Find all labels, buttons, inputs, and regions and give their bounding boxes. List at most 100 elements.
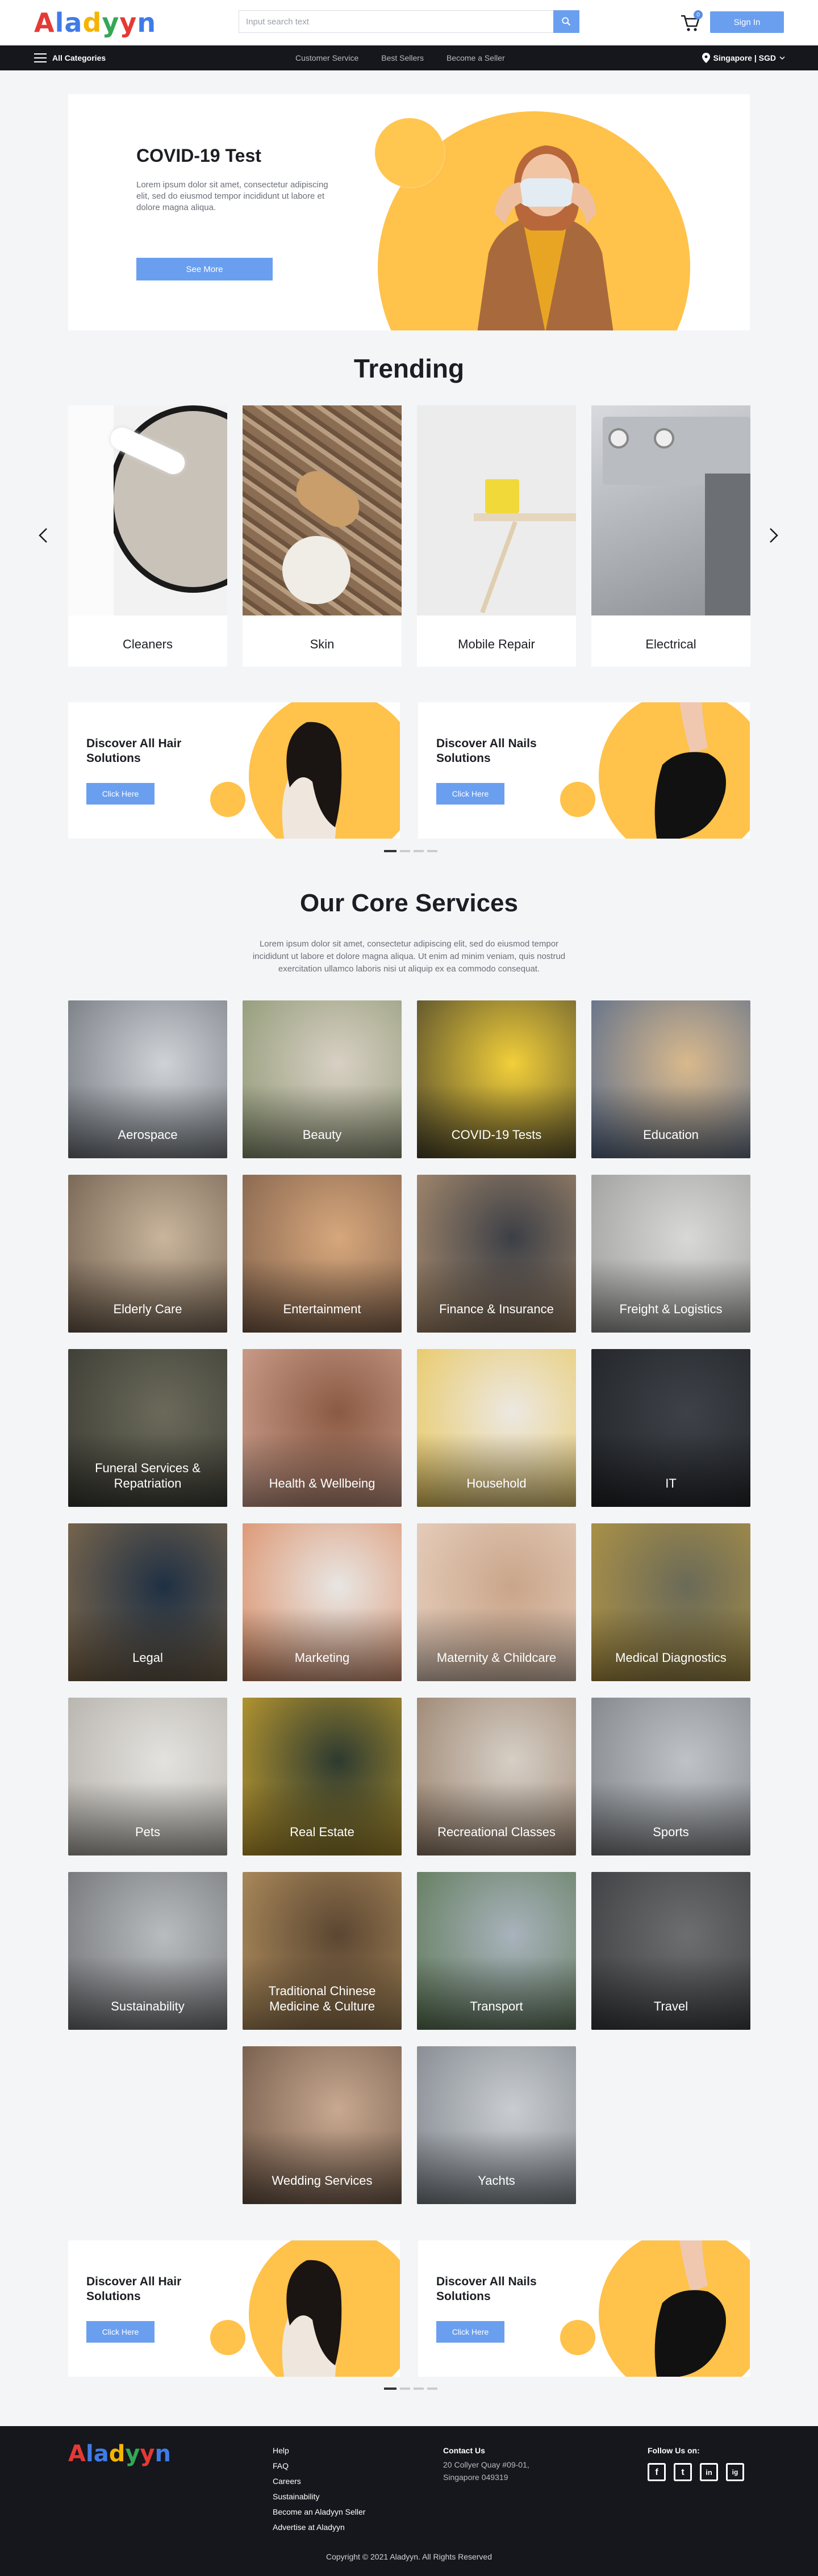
nav-link-become-seller[interactable]: Become a Seller	[446, 53, 505, 62]
service-card-overlay	[591, 1433, 750, 1507]
footer-link-faq[interactable]: FAQ	[273, 2458, 365, 2474]
footer-link-careers[interactable]: Careers	[273, 2474, 365, 2489]
service-card-overlay	[243, 1433, 402, 1507]
footer-link-become-seller[interactable]: Become an Aladyyn Seller	[273, 2504, 365, 2520]
service-card-health-wellbeing[interactable]: Health & Wellbeing	[243, 1349, 402, 1507]
see-more-button[interactable]: See More	[136, 258, 273, 280]
carousel-dot[interactable]	[427, 850, 437, 852]
trending-label: Electrical	[645, 637, 696, 651]
logo-letter: a	[93, 2441, 109, 2467]
service-card-wedding-services[interactable]: Wedding Services	[243, 2046, 402, 2204]
service-card-entertainment[interactable]: Entertainment	[243, 1175, 402, 1333]
carousel-next-icon[interactable]	[765, 527, 782, 544]
service-card-overlay	[417, 1607, 576, 1681]
trending-card-cleaners[interactable]: Cleaners	[68, 405, 227, 667]
search-input[interactable]	[239, 10, 553, 33]
linkedin-icon[interactable]: in	[700, 2463, 718, 2481]
twitter-icon[interactable]: t	[674, 2463, 692, 2481]
promo-hair-click-button[interactable]: Click Here	[86, 2321, 155, 2343]
promo-circle-small	[210, 782, 245, 817]
instagram-icon[interactable]: ig	[726, 2463, 744, 2481]
service-card-finance-insurance[interactable]: Finance & Insurance	[417, 1175, 576, 1333]
footer-link-sustainability[interactable]: Sustainability	[273, 2489, 365, 2504]
aladyyn-logo[interactable]: Aladyyn	[34, 7, 156, 38]
nav-link-customer-service[interactable]: Customer Service	[295, 53, 358, 62]
trending-card-mobile-repair[interactable]: Mobile Repair	[417, 405, 576, 667]
service-label: Sports	[653, 1825, 689, 1839]
cart-button[interactable]: 0	[679, 10, 705, 34]
service-card-aerospace[interactable]: Aerospace	[68, 1000, 227, 1158]
service-card-overlay	[68, 1084, 227, 1158]
all-categories-menu[interactable]: All Categories	[34, 53, 106, 62]
service-label: Health & Wellbeing	[269, 1476, 375, 1490]
service-card-funeral-services-repatriation[interactable]: Funeral Services & Repatriation	[68, 1349, 227, 1507]
service-card-overlay	[243, 1607, 402, 1681]
service-label: Transport	[470, 1999, 523, 2013]
service-card-it[interactable]: IT	[591, 1349, 750, 1507]
service-card-legal[interactable]: Legal	[68, 1523, 227, 1681]
carousel-dot[interactable]	[400, 850, 410, 852]
service-card-overlay	[68, 1259, 227, 1333]
promo-hair-bottom: Discover All Hair Solutions Click Here	[68, 2240, 400, 2377]
service-card-travel[interactable]: Travel	[591, 1872, 750, 2030]
nav-link-best-sellers[interactable]: Best Sellers	[381, 53, 424, 62]
service-card-elderly-care[interactable]: Elderly Care	[68, 1175, 227, 1333]
service-card-maternity-childcare[interactable]: Maternity & Childcare	[417, 1523, 576, 1681]
service-card-sports[interactable]: Sports	[591, 1698, 750, 1855]
facebook-icon[interactable]: f	[648, 2463, 666, 2481]
carousel-dot[interactable]	[414, 850, 424, 852]
logo-letter: A	[34, 7, 55, 38]
sign-in-button[interactable]: Sign In	[710, 11, 784, 33]
promo-nails-image	[654, 702, 726, 839]
service-card-covid-19-tests[interactable]: COVID-19 Tests	[417, 1000, 576, 1158]
promo-nails-click-button[interactable]: Click Here	[436, 783, 504, 805]
cart-count-badge: 0	[694, 10, 703, 19]
service-card-sustainability[interactable]: Sustainability	[68, 1872, 227, 2030]
region-selector[interactable]: Singapore | SGD	[702, 53, 786, 63]
footer-link-help[interactable]: Help	[273, 2443, 365, 2458]
service-card-household[interactable]: Household	[417, 1349, 576, 1507]
service-label: Travel	[653, 1999, 688, 2013]
carousel-prev-icon[interactable]	[35, 527, 52, 544]
promo-carousel-dots	[384, 2387, 437, 2390]
promo-carousel-dots	[384, 850, 437, 852]
service-card-overlay	[68, 1607, 227, 1681]
service-label: Recreational Classes	[437, 1825, 556, 1839]
service-card-yachts[interactable]: Yachts	[417, 2046, 576, 2204]
promo-hair-image	[282, 2260, 342, 2377]
service-card-overlay	[591, 1782, 750, 1855]
service-card-pets[interactable]: Pets	[68, 1698, 227, 1855]
service-card-freight-logistics[interactable]: Freight & Logistics	[591, 1175, 750, 1333]
search-button[interactable]	[553, 10, 579, 33]
service-card-beauty[interactable]: Beauty	[243, 1000, 402, 1158]
footer-logo[interactable]: Aladyyn	[68, 2441, 171, 2467]
promo-nails-image	[654, 2240, 726, 2377]
footer-link-advertise[interactable]: Advertise at Aladyyn	[273, 2520, 365, 2535]
chevron-down-icon	[779, 56, 785, 60]
service-card-recreational-classes[interactable]: Recreational Classes	[417, 1698, 576, 1855]
copyright: Copyright © 2021 Aladyyn. All Rights Res…	[325, 2552, 493, 2561]
service-card-overlay	[417, 1259, 576, 1333]
trending-card-skin[interactable]: Skin	[243, 405, 402, 667]
core-services-title: Our Core Services	[300, 889, 518, 917]
carousel-dot[interactable]	[384, 850, 397, 852]
service-card-overlay	[591, 1956, 750, 2030]
carousel-dot[interactable]	[414, 2387, 424, 2390]
service-label: Sustainability	[111, 1999, 185, 2013]
service-label: Entertainment	[283, 1302, 361, 1316]
carousel-dot[interactable]	[400, 2387, 410, 2390]
service-card-overlay	[417, 1956, 576, 2030]
service-card-education[interactable]: Education	[591, 1000, 750, 1158]
service-card-transport[interactable]: Transport	[417, 1872, 576, 2030]
service-label: Beauty	[302, 1128, 342, 1142]
promo-nails-click-button[interactable]: Click Here	[436, 2321, 504, 2343]
promo-hair-click-button[interactable]: Click Here	[86, 783, 155, 805]
carousel-dot[interactable]	[427, 2387, 437, 2390]
service-card-real-estate[interactable]: Real Estate	[243, 1698, 402, 1855]
carousel-dot[interactable]	[384, 2387, 397, 2390]
service-card-medical-diagnostics[interactable]: Medical Diagnostics	[591, 1523, 750, 1681]
service-card-traditional-chinese-medicine-culture[interactable]: Traditional Chinese Medicine & Culture	[243, 1872, 402, 2030]
service-card-marketing[interactable]: Marketing	[243, 1523, 402, 1681]
service-card-overlay	[243, 1084, 402, 1158]
trending-card-electrical[interactable]: Electrical	[591, 405, 750, 667]
